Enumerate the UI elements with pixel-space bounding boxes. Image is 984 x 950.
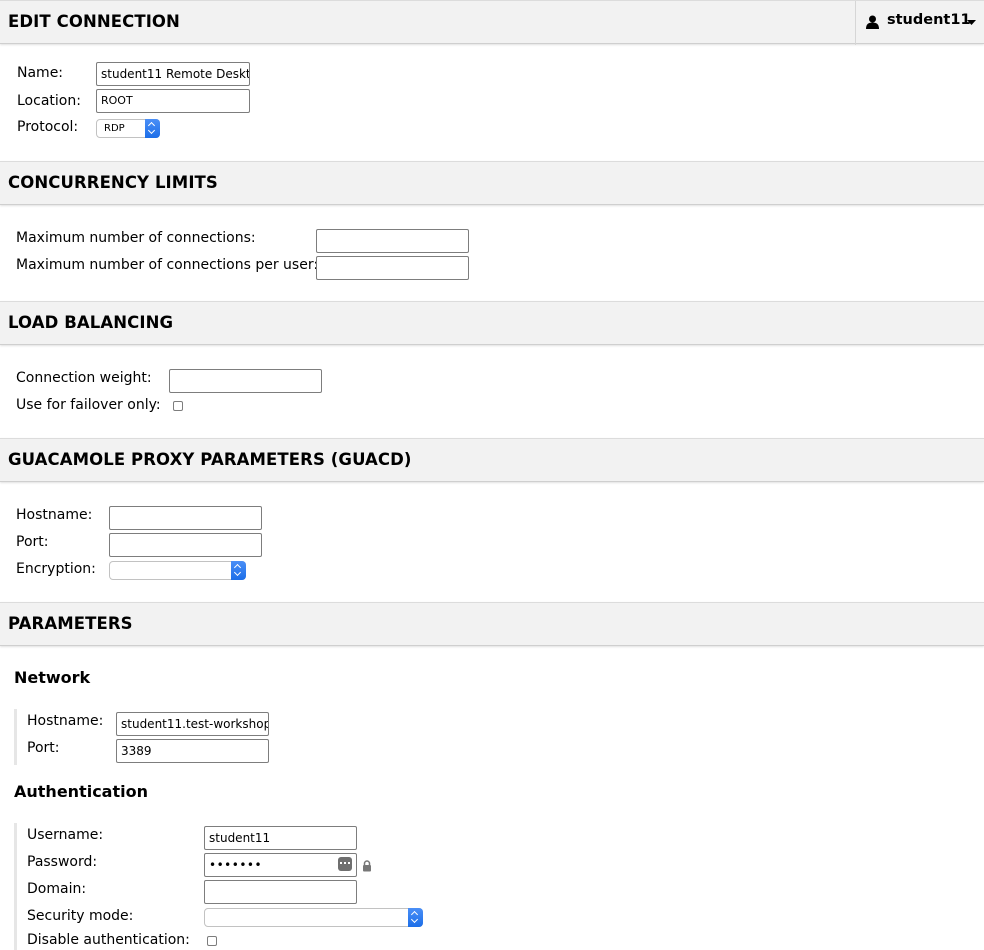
lock-icon[interactable] [362, 860, 372, 872]
security-mode-label: Security mode: [27, 908, 134, 924]
disable-authentication-label: Disable authentication: [27, 932, 190, 948]
password-value: ••••••• [209, 858, 263, 872]
user-menu[interactable]: student11 [855, 1, 984, 45]
caret-down-icon [967, 20, 976, 25]
section-title: GUACAMOLE PROXY PARAMETERS (GUACD) [8, 450, 412, 469]
select-arrow-icon [231, 561, 246, 580]
authentication-group-bar [14, 823, 17, 950]
section-title: CONCURRENCY LIMITS [8, 173, 218, 192]
max-connections-per-user-label: Maximum number of connections per user: [16, 257, 319, 273]
user-icon [866, 15, 879, 29]
page-title: EDIT CONNECTION [8, 12, 180, 31]
guacd-port-label: Port: [16, 534, 49, 550]
name-field[interactable]: student11 Remote Desktop [96, 62, 250, 86]
edit-connection-header: EDIT CONNECTION student11 [0, 0, 984, 45]
domain-label: Domain: [27, 881, 87, 897]
connection-weight-label: Connection weight: [16, 370, 152, 386]
name-label: Name: [17, 65, 64, 81]
username-field[interactable]: student11 [204, 826, 357, 850]
password-field[interactable]: ••••••• [204, 853, 357, 877]
load-balancing-header: LOAD BALANCING [0, 301, 984, 345]
key-icon[interactable] [338, 857, 352, 871]
protocol-value: RDP [104, 123, 125, 134]
location-label: Location: [17, 93, 81, 109]
connection-weight-field[interactable] [169, 369, 322, 393]
section-title: LOAD BALANCING [8, 313, 174, 332]
guacd-hostname-label: Hostname: [16, 507, 93, 523]
protocol-select[interactable]: RDP [96, 119, 160, 138]
guacd-hostname-field[interactable] [109, 506, 262, 530]
guacd-header: GUACAMOLE PROXY PARAMETERS (GUACD) [0, 438, 984, 482]
password-label: Password: [27, 854, 98, 870]
parameters-header: PARAMETERS [0, 602, 984, 646]
select-arrow-icon [408, 908, 423, 927]
network-port-field[interactable]: 3389 [116, 739, 269, 763]
guacd-encryption-select[interactable] [109, 561, 246, 580]
max-connections-label: Maximum number of connections: [16, 230, 256, 246]
disable-authentication-checkbox[interactable] [207, 936, 217, 946]
authentication-subheading: Authentication [14, 782, 148, 801]
max-connections-per-user-field[interactable] [316, 256, 469, 280]
security-mode-select[interactable] [204, 908, 423, 927]
failover-only-checkbox[interactable] [173, 401, 183, 411]
network-hostname-field[interactable]: student11.test-workshop [116, 712, 269, 736]
max-connections-field[interactable] [316, 229, 469, 253]
location-field[interactable]: ROOT [96, 89, 250, 113]
guacd-encryption-label: Encryption: [16, 561, 96, 577]
concurrency-limits-header: CONCURRENCY LIMITS [0, 161, 984, 205]
guacd-port-field[interactable] [109, 533, 262, 557]
protocol-label: Protocol: [17, 119, 79, 135]
network-group-bar [14, 709, 17, 765]
domain-field[interactable] [204, 880, 357, 904]
username-label: Username: [27, 827, 104, 843]
network-subheading: Network [14, 668, 91, 687]
section-title: PARAMETERS [8, 614, 133, 633]
network-port-label: Port: [27, 740, 60, 756]
select-arrow-icon [145, 119, 160, 138]
username-label: student11 [887, 12, 971, 28]
network-hostname-label: Hostname: [27, 713, 104, 729]
failover-only-label: Use for failover only: [16, 397, 161, 413]
